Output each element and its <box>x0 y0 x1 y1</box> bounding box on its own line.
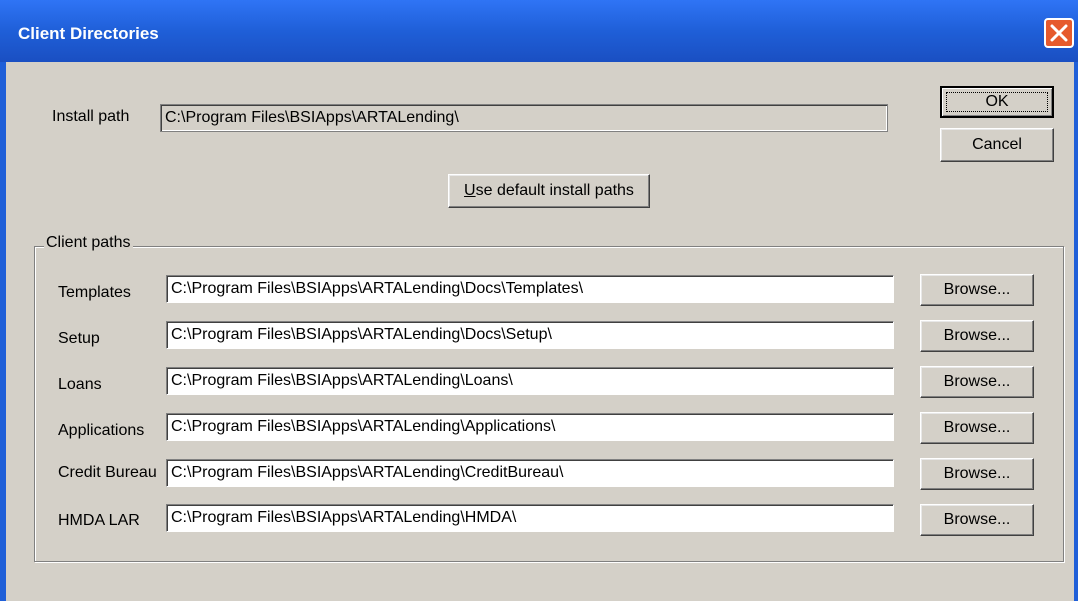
ok-button[interactable]: OK <box>940 86 1054 118</box>
setup-browse-button[interactable]: Browse... <box>920 320 1034 352</box>
title-bar[interactable]: Client Directories <box>0 0 1078 62</box>
close-icon <box>1050 24 1068 42</box>
hmda-lar-label: HMDA LAR <box>58 512 140 529</box>
setup-label: Setup <box>58 330 100 347</box>
hmda-lar-browse-button[interactable]: Browse... <box>920 504 1034 536</box>
hmda-lar-path-input[interactable]: C:\Program Files\BSIApps\ARTALending\HMD… <box>166 504 894 532</box>
dialog-content: Install path C:\Program Files\BSIApps\AR… <box>6 62 1074 601</box>
use-default-install-paths-button[interactable]: Use default install paths <box>448 174 650 208</box>
loans-browse-button[interactable]: Browse... <box>920 366 1034 398</box>
install-path-label: Install path <box>52 108 130 125</box>
credit-bureau-label: Credit Bureau <box>58 464 157 481</box>
accelerator-key: U <box>464 182 476 199</box>
templates-browse-button[interactable]: Browse... <box>920 274 1034 306</box>
close-button[interactable] <box>1044 18 1074 48</box>
use-default-label: se default install paths <box>475 182 634 199</box>
templates-path-input[interactable]: C:\Program Files\BSIApps\ARTALending\Doc… <box>166 275 894 303</box>
cancel-button-label: Cancel <box>972 136 1022 153</box>
cancel-button[interactable]: Cancel <box>940 128 1054 162</box>
applications-path-input[interactable]: C:\Program Files\BSIApps\ARTALending\App… <box>166 413 894 441</box>
client-directories-dialog: Client Directories Install path C:\Progr… <box>0 0 1078 601</box>
setup-path-input[interactable]: C:\Program Files\BSIApps\ARTALending\Doc… <box>166 321 894 349</box>
loans-label: Loans <box>58 376 102 393</box>
credit-bureau-path-input[interactable]: C:\Program Files\BSIApps\ARTALending\Cre… <box>166 459 894 487</box>
templates-label: Templates <box>58 284 131 301</box>
loans-path-input[interactable]: C:\Program Files\BSIApps\ARTALending\Loa… <box>166 367 894 395</box>
install-path-field: C:\Program Files\BSIApps\ARTALending\ <box>160 104 888 132</box>
applications-label: Applications <box>58 422 145 439</box>
applications-browse-button[interactable]: Browse... <box>920 412 1034 444</box>
client-paths-group-title: Client paths <box>44 234 133 252</box>
credit-bureau-browse-button[interactable]: Browse... <box>920 458 1034 490</box>
focus-rect <box>946 92 1048 112</box>
window-title: Client Directories <box>18 24 159 43</box>
